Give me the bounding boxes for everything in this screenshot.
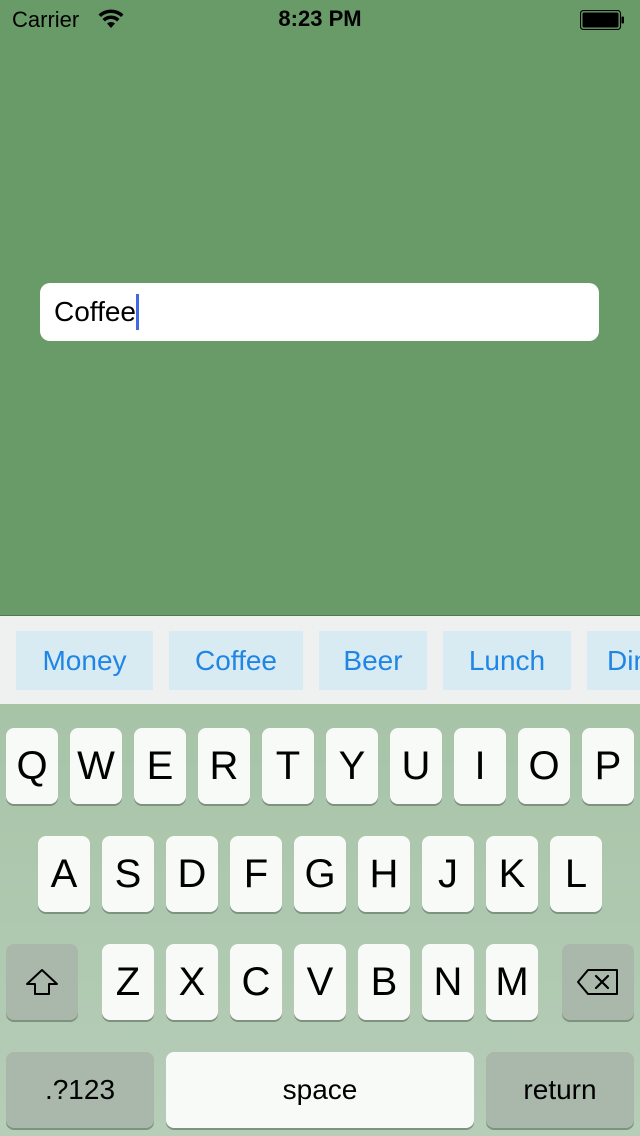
key-z[interactable]: Z [102, 944, 154, 1020]
key-o[interactable]: O [518, 728, 570, 804]
text-field-value: Coffee [54, 296, 136, 327]
battery-icon [580, 10, 624, 30]
backspace-icon [577, 969, 618, 995]
key-x[interactable]: X [166, 944, 218, 1020]
key-p[interactable]: P [582, 728, 634, 804]
suggestion-chip[interactable]: Dinner [587, 631, 640, 690]
return-key[interactable]: return [486, 1052, 634, 1128]
key-r[interactable]: R [198, 728, 250, 804]
space-key[interactable]: space [166, 1052, 474, 1128]
key-v[interactable]: V [294, 944, 346, 1020]
shift-key[interactable] [6, 944, 78, 1020]
key-k[interactable]: K [486, 836, 538, 912]
key-l[interactable]: L [550, 836, 602, 912]
key-d[interactable]: D [166, 836, 218, 912]
key-u[interactable]: U [390, 728, 442, 804]
key-b[interactable]: B [358, 944, 410, 1020]
key-c[interactable]: C [230, 944, 282, 1020]
key-t[interactable]: T [262, 728, 314, 804]
text-caret [136, 294, 139, 330]
key-g[interactable]: G [294, 836, 346, 912]
key-e[interactable]: E [134, 728, 186, 804]
delete-key[interactable] [562, 944, 634, 1020]
key-m[interactable]: M [486, 944, 538, 1020]
key-h[interactable]: H [358, 836, 410, 912]
suggestion-chip[interactable]: Lunch [443, 631, 571, 690]
numbers-key[interactable]: .?123 [6, 1052, 154, 1128]
key-n[interactable]: N [422, 944, 474, 1020]
key-y[interactable]: Y [326, 728, 378, 804]
key-i[interactable]: I [454, 728, 506, 804]
status-time: 8:23 PM [278, 6, 362, 31]
suggestion-bar: Money Coffee Beer Lunch Dinner [0, 615, 640, 704]
suggestion-chip[interactable]: Beer [319, 631, 427, 690]
text-input-field[interactable]: Coffee [40, 283, 599, 341]
key-f[interactable]: F [230, 836, 282, 912]
key-s[interactable]: S [102, 836, 154, 912]
key-w[interactable]: W [70, 728, 122, 804]
shift-icon [26, 969, 58, 995]
suggestion-chip[interactable]: Money [16, 631, 153, 690]
key-j[interactable]: J [422, 836, 474, 912]
status-bar: Carrier 8:23 PM [0, 0, 640, 40]
suggestion-chip[interactable]: Coffee [169, 631, 303, 690]
key-a[interactable]: A [38, 836, 90, 912]
key-q[interactable]: Q [6, 728, 58, 804]
keyboard: Q W E R T Y U I O P A S D F G H J K L Z … [0, 704, 640, 1136]
